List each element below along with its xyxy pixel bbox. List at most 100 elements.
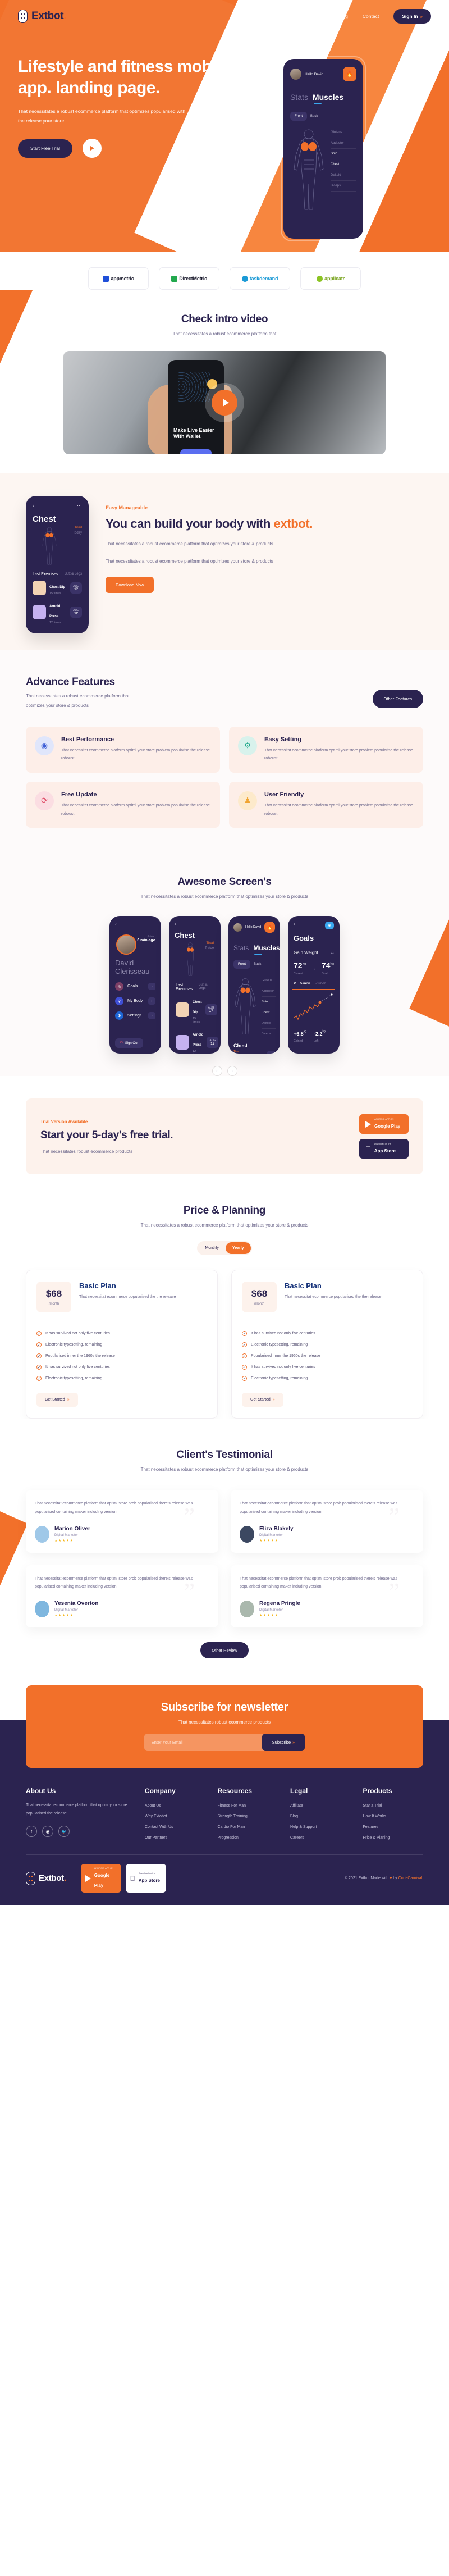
goal-tab-3mon[interactable]: ~3 mon	[315, 982, 326, 986]
exercise-row[interactable]: Arnold Press 12 times AUG12	[26, 595, 89, 624]
exercise-row[interactable]: Arnold Press 12 times AUG12	[169, 1024, 221, 1054]
footer-link[interactable]: About Us	[145, 1804, 205, 1808]
app-store-button[interactable]:  Download on the App Store	[125, 1864, 166, 1893]
feature-card-user-friendly[interactable]: ♟ User Friendly That necessitat ecommerc…	[229, 781, 423, 828]
chevron-right-icon[interactable]: ›	[267, 1051, 275, 1054]
nav-link-faq[interactable]: FAQ	[314, 13, 324, 19]
footer-link[interactable]: Star a Trial	[363, 1804, 424, 1808]
footer-link[interactable]: Careers	[290, 1836, 351, 1840]
more-icon[interactable]: ⋯	[151, 922, 155, 927]
exercise-row[interactable]: Chest Dip 15 times AUG 17	[26, 576, 89, 595]
logo-card-taskdemand[interactable]: taskdemand	[230, 267, 290, 290]
muscle-item-deltoid[interactable]: Deltoid	[262, 1018, 276, 1029]
more-icon[interactable]: ⋯	[210, 922, 215, 927]
facebook-icon[interactable]: f	[26, 1826, 37, 1838]
muscles-seg-back[interactable]: Back	[254, 963, 261, 966]
footer-link[interactable]: Cardio For Man	[218, 1825, 278, 1829]
nav-link-blog[interactable]: Blog	[338, 13, 348, 19]
muscle-item-gluteus[interactable]: Gluteus	[262, 975, 276, 987]
logo-card-directmetric[interactable]: DirectMetric	[159, 267, 219, 290]
phone-seg-front[interactable]: Front	[290, 112, 308, 121]
footer-link[interactable]: How It Works	[363, 1814, 424, 1818]
toggle-yearly[interactable]: Yearly	[225, 1242, 251, 1255]
carousel-next-button[interactable]: ›	[227, 1066, 237, 1077]
footer-link[interactable]: Affiliate	[290, 1804, 351, 1808]
goal-row-toggle[interactable]: ⇄	[331, 951, 334, 955]
nav-link-contact[interactable]: Contact	[363, 13, 379, 19]
menu-item-settings[interactable]: ⚙ Settings ›	[109, 1005, 161, 1020]
logo-card-applicatr[interactable]: applicatr	[300, 267, 361, 290]
google-play-button[interactable]: ANDROID APP ON Google Play	[80, 1864, 121, 1893]
goal-tab-p[interactable]: P	[294, 982, 296, 986]
phone-tab-muscles[interactable]: Muscles	[313, 93, 343, 104]
sign-in-button[interactable]: Sign In »	[393, 9, 431, 24]
footer-link[interactable]: Contact With Us	[145, 1825, 205, 1829]
back-icon[interactable]: ‹	[294, 922, 295, 929]
subscribe-button[interactable]: Subscribe»	[262, 1734, 305, 1752]
billing-period-toggle[interactable]: Monthly Yearly	[197, 1241, 252, 1256]
muscle-item-biceps[interactable]: Biceps	[331, 181, 356, 192]
muscle-item-chest[interactable]: Chest	[331, 159, 356, 170]
more-icon[interactable]: ⋯	[77, 503, 82, 509]
footer-link[interactable]: Why Extobot	[145, 1814, 205, 1818]
back-icon[interactable]: ‹	[33, 503, 34, 509]
feature-card-free-update[interactable]: ⟳ Free Update That necessitat ecommerce …	[26, 781, 220, 828]
footer-link[interactable]: Help & Support	[290, 1825, 351, 1829]
menu-item-my-body[interactable]: ⚲ My Body ›	[109, 991, 161, 1006]
goal-tab-5mon[interactable]: 5 mon	[300, 982, 310, 986]
carousel-prev-button[interactable]: ‹	[212, 1066, 222, 1077]
feature-card-easy-setting[interactable]: ⚙ Easy Setting That necessitat ecommerce…	[229, 726, 423, 773]
footer-brand-logo[interactable]: Extbot.	[26, 1871, 66, 1885]
feature-card-best-performance[interactable]: ◉ Best Performance That necessitat ecomm…	[26, 726, 220, 773]
footer-link[interactable]: Our Partners	[145, 1836, 205, 1840]
nav-link-pages[interactable]: Pages	[286, 13, 300, 19]
nav-link-home[interactable]: Home	[259, 13, 272, 19]
footer-link[interactable]: Price & Planing	[363, 1836, 424, 1840]
sign-out-button[interactable]: ⏻ Sign Out	[115, 1038, 144, 1048]
footer-link[interactable]: Features	[363, 1825, 424, 1829]
muscle-item-abductor[interactable]: Abductor	[262, 986, 276, 997]
toggle-monthly[interactable]: Monthly	[198, 1242, 226, 1254]
footer-about-column: About Us That necessitat ecommerce platf…	[26, 1787, 132, 1840]
other-features-button[interactable]: Other Features	[372, 690, 423, 708]
footer-link[interactable]: Strength Training	[218, 1814, 278, 1818]
muscle-item-deltoid[interactable]: Deltoid	[331, 170, 356, 181]
phone-seg-back[interactable]: Back	[310, 115, 318, 118]
google-play-button[interactable]: ANDROID APP ON Google Play	[359, 1114, 409, 1134]
muscles-tab-stats[interactable]: Stats	[233, 944, 249, 952]
notification-icon[interactable]: ◉	[324, 922, 334, 930]
muscle-item-biceps[interactable]: Biceps	[262, 1029, 276, 1040]
download-now-button[interactable]: Download Now	[106, 576, 154, 593]
menu-item-goals[interactable]: ◎ Goals ›	[109, 976, 161, 991]
back-icon[interactable]: ‹	[115, 922, 117, 927]
start-free-trial-button[interactable]: Start Free Trial	[18, 139, 72, 158]
app-store-button[interactable]:  Download on the App Store	[359, 1139, 409, 1159]
muscle-item-gluteus[interactable]: Gluteus	[331, 127, 356, 138]
footer-link[interactable]: Blog	[290, 1814, 351, 1818]
instagram-icon[interactable]: ◉	[42, 1826, 53, 1838]
plan-feature: ✓ It has survived not only five centuries	[36, 1365, 110, 1370]
back-icon[interactable]: ‹	[175, 922, 176, 927]
muscle-item-chest[interactable]: Chest	[262, 1007, 276, 1019]
avatar	[290, 69, 301, 80]
exercise-row[interactable]: Chest Dip 15 times AUG 17	[169, 991, 221, 1024]
video-player[interactable]: Make Live Easier With Wallet.	[63, 351, 386, 454]
phone-tab-stats[interactable]: Stats	[290, 93, 308, 102]
get-started-button[interactable]: Get Started»	[36, 1393, 78, 1407]
muscles-tab-muscles[interactable]: Muscles	[253, 944, 280, 955]
footer-column-title: Products	[363, 1787, 392, 1795]
twitter-icon[interactable]: 🐦	[58, 1826, 70, 1838]
play-video-button[interactable]	[82, 139, 102, 158]
muscle-item-shin[interactable]: Shin	[262, 997, 276, 1008]
play-video-button-large[interactable]	[212, 390, 237, 416]
footer-link[interactable]: Progression	[218, 1836, 278, 1840]
muscle-item-abductor[interactable]: Abductor	[331, 138, 356, 149]
footer-link[interactable]: Fitness For Man	[218, 1804, 278, 1808]
muscle-item-shin[interactable]: Shin	[331, 149, 356, 159]
other-review-button[interactable]: Other Review	[200, 1642, 249, 1659]
brand-logo[interactable]: Extbot.	[18, 10, 67, 23]
newsletter-email-input[interactable]	[144, 1734, 265, 1752]
logo-card-appmetric[interactable]: appmetric	[88, 267, 149, 290]
muscles-seg-front[interactable]: Front	[233, 960, 251, 969]
get-started-button[interactable]: Get Started»	[242, 1393, 283, 1407]
